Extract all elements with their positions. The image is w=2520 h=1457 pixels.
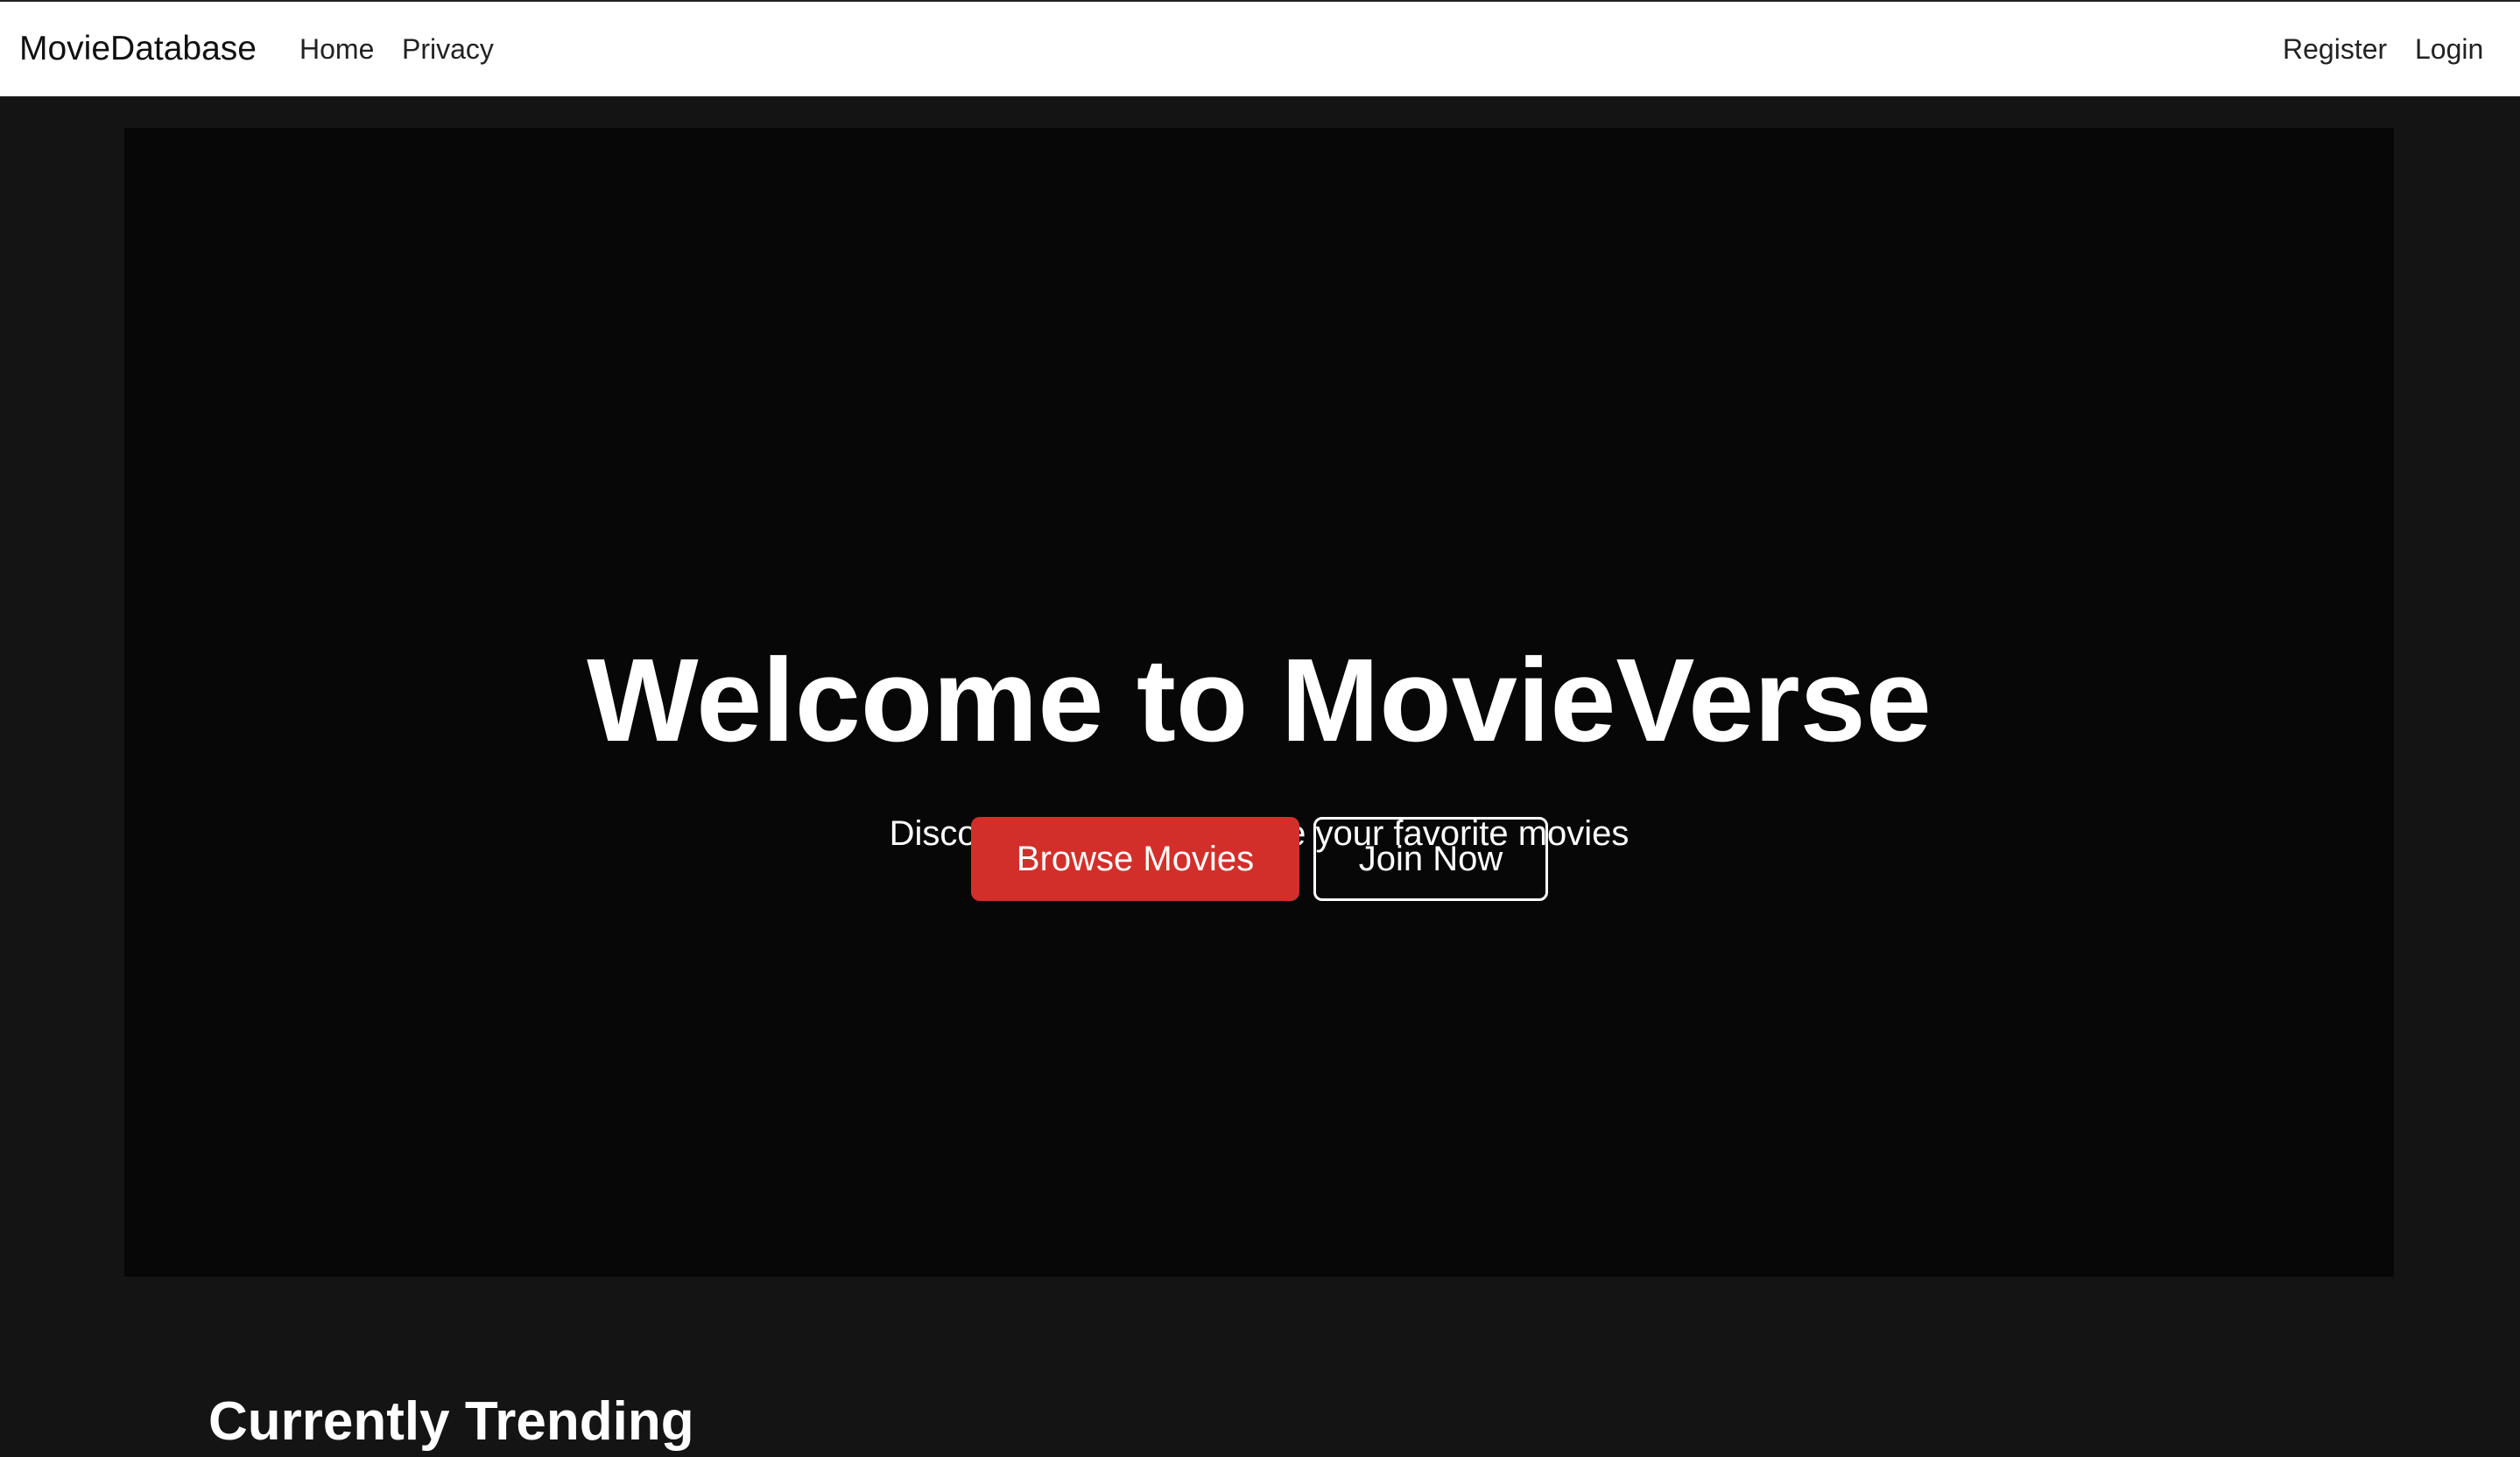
browse-movies-button[interactable]: Browse Movies [971, 817, 1299, 901]
nav-link-register[interactable]: Register [2283, 29, 2387, 69]
top-navbar: MovieDatabase Home Privacy Register Logi… [0, 0, 2520, 98]
nav-link-login[interactable]: Login [2415, 29, 2483, 69]
nav-link-home[interactable]: Home [299, 29, 374, 69]
join-now-button[interactable]: Join Now [1313, 817, 1548, 901]
trending-heading: Currently Trending [208, 1391, 694, 1452]
hero-title: Welcome to MovieVerse [587, 634, 1932, 766]
nav-link-privacy[interactable]: Privacy [402, 29, 494, 69]
hero-banner: Welcome to MovieVerse Discover, explore,… [124, 128, 2394, 1277]
brand-link[interactable]: MovieDatabase [19, 26, 257, 72]
